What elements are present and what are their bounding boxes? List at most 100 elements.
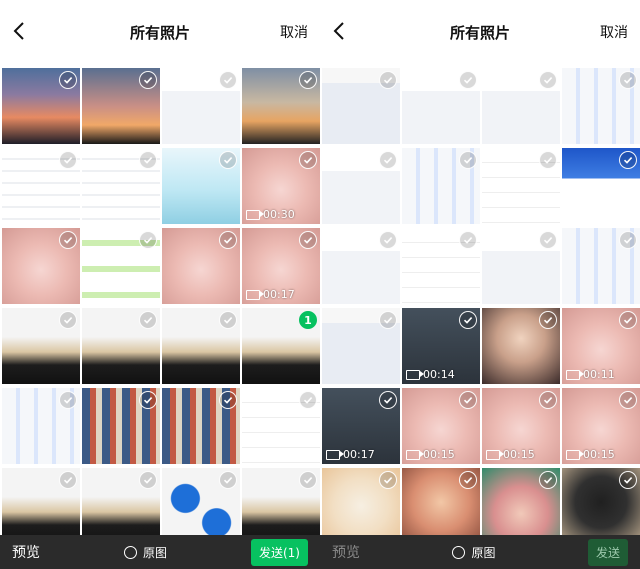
select-check-icon[interactable] (459, 151, 477, 169)
select-check-icon[interactable] (379, 391, 397, 409)
select-check-icon[interactable] (539, 311, 557, 329)
radio-icon[interactable] (452, 545, 466, 559)
photo-thumbnail[interactable] (162, 148, 240, 224)
select-check-icon[interactable] (619, 391, 637, 409)
photo-thumbnail[interactable] (482, 68, 560, 144)
select-check-icon[interactable] (379, 231, 397, 249)
photo-thumbnail[interactable] (162, 388, 240, 464)
select-check-icon[interactable] (219, 311, 237, 329)
select-check-icon[interactable] (299, 391, 317, 409)
select-check-icon[interactable] (59, 391, 77, 409)
select-check-icon[interactable] (459, 71, 477, 89)
photo-thumbnail[interactable]: 00:14 (402, 308, 480, 384)
select-check-icon[interactable] (59, 151, 77, 169)
select-check-icon[interactable] (59, 71, 77, 89)
photo-thumbnail[interactable] (82, 148, 160, 224)
select-check-icon[interactable] (139, 471, 157, 489)
photo-thumbnail[interactable] (482, 468, 560, 544)
preview-button[interactable]: 预览 (12, 542, 40, 562)
photo-thumbnail[interactable] (2, 148, 80, 224)
select-check-icon[interactable] (139, 391, 157, 409)
select-check-icon[interactable] (299, 151, 317, 169)
back-arrow-icon[interactable] (328, 18, 350, 44)
photo-thumbnail[interactable] (82, 468, 160, 544)
select-check-icon[interactable] (619, 151, 637, 169)
select-check-icon[interactable] (379, 151, 397, 169)
photo-thumbnail[interactable] (322, 308, 400, 384)
photo-thumbnail[interactable] (402, 148, 480, 224)
select-check-icon[interactable] (379, 471, 397, 489)
photo-thumbnail[interactable] (482, 228, 560, 304)
photo-thumbnail[interactable] (242, 388, 320, 464)
select-check-icon[interactable] (59, 311, 77, 329)
select-check-icon[interactable] (539, 71, 557, 89)
photo-thumbnail[interactable] (162, 228, 240, 304)
select-check-icon[interactable] (459, 391, 477, 409)
photo-thumbnail[interactable] (162, 468, 240, 544)
select-check-icon[interactable] (379, 71, 397, 89)
select-check-icon[interactable] (299, 231, 317, 249)
select-check-icon[interactable] (219, 471, 237, 489)
select-check-icon[interactable] (459, 311, 477, 329)
photo-thumbnail[interactable]: 00:15 (562, 388, 640, 464)
photo-thumbnail[interactable] (322, 68, 400, 144)
select-check-icon[interactable] (299, 471, 317, 489)
select-check-icon[interactable] (139, 231, 157, 249)
photo-thumbnail[interactable] (2, 308, 80, 384)
photo-thumbnail[interactable] (2, 388, 80, 464)
photo-thumbnail[interactable]: 00:15 (402, 388, 480, 464)
photo-thumbnail[interactable] (242, 68, 320, 144)
select-check-icon[interactable] (619, 471, 637, 489)
radio-icon[interactable] (123, 545, 137, 559)
photo-thumbnail[interactable] (242, 468, 320, 544)
select-check-icon[interactable] (299, 71, 317, 89)
photo-thumbnail[interactable] (322, 228, 400, 304)
select-check-icon[interactable] (459, 471, 477, 489)
select-check-icon[interactable] (59, 471, 77, 489)
select-check-icon[interactable] (139, 311, 157, 329)
preview-button[interactable]: 预览 (332, 542, 360, 562)
photo-thumbnail[interactable] (2, 228, 80, 304)
photo-thumbnail[interactable]: 00:30 (242, 148, 320, 224)
select-check-icon[interactable] (59, 231, 77, 249)
photo-thumbnail[interactable] (402, 228, 480, 304)
original-toggle[interactable]: 原图 (452, 544, 496, 561)
select-check-icon[interactable] (219, 231, 237, 249)
photo-thumbnail[interactable] (562, 228, 640, 304)
photo-thumbnail[interactable] (322, 148, 400, 224)
photo-thumbnail[interactable]: 00:15 (482, 388, 560, 464)
photo-thumbnail[interactable] (322, 468, 400, 544)
photo-thumbnail[interactable] (562, 468, 640, 544)
send-button[interactable]: 发送(1) (250, 538, 308, 566)
select-check-icon[interactable] (219, 71, 237, 89)
select-check-icon[interactable] (539, 391, 557, 409)
photo-thumbnail[interactable]: 00:17 (322, 388, 400, 464)
select-check-icon[interactable] (619, 311, 637, 329)
photo-thumbnail[interactable] (2, 468, 80, 544)
photo-thumbnail[interactable] (82, 68, 160, 144)
select-check-icon[interactable] (619, 231, 637, 249)
photo-thumbnail[interactable] (82, 228, 160, 304)
send-button[interactable]: 发送 (587, 538, 628, 566)
photo-thumbnail[interactable] (82, 388, 160, 464)
photo-thumbnail[interactable] (402, 68, 480, 144)
select-check-icon[interactable] (619, 71, 637, 89)
back-arrow-icon[interactable] (8, 18, 30, 44)
selected-number-badge[interactable]: 1 (299, 311, 317, 329)
original-toggle[interactable]: 原图 (123, 544, 167, 561)
select-check-icon[interactable] (459, 231, 477, 249)
select-check-icon[interactable] (539, 471, 557, 489)
select-check-icon[interactable] (139, 71, 157, 89)
photo-thumbnail[interactable] (82, 308, 160, 384)
select-check-icon[interactable] (539, 231, 557, 249)
photo-thumbnail[interactable] (402, 468, 480, 544)
select-check-icon[interactable] (219, 151, 237, 169)
photo-thumbnail[interactable] (562, 68, 640, 144)
cancel-button[interactable]: 取消 (600, 22, 628, 42)
photo-thumbnail[interactable] (162, 68, 240, 144)
photo-thumbnail[interactable] (162, 308, 240, 384)
photo-thumbnail[interactable] (482, 308, 560, 384)
select-check-icon[interactable] (139, 151, 157, 169)
photo-thumbnail[interactable] (562, 148, 640, 224)
photo-thumbnail[interactable]: 1 (242, 308, 320, 384)
